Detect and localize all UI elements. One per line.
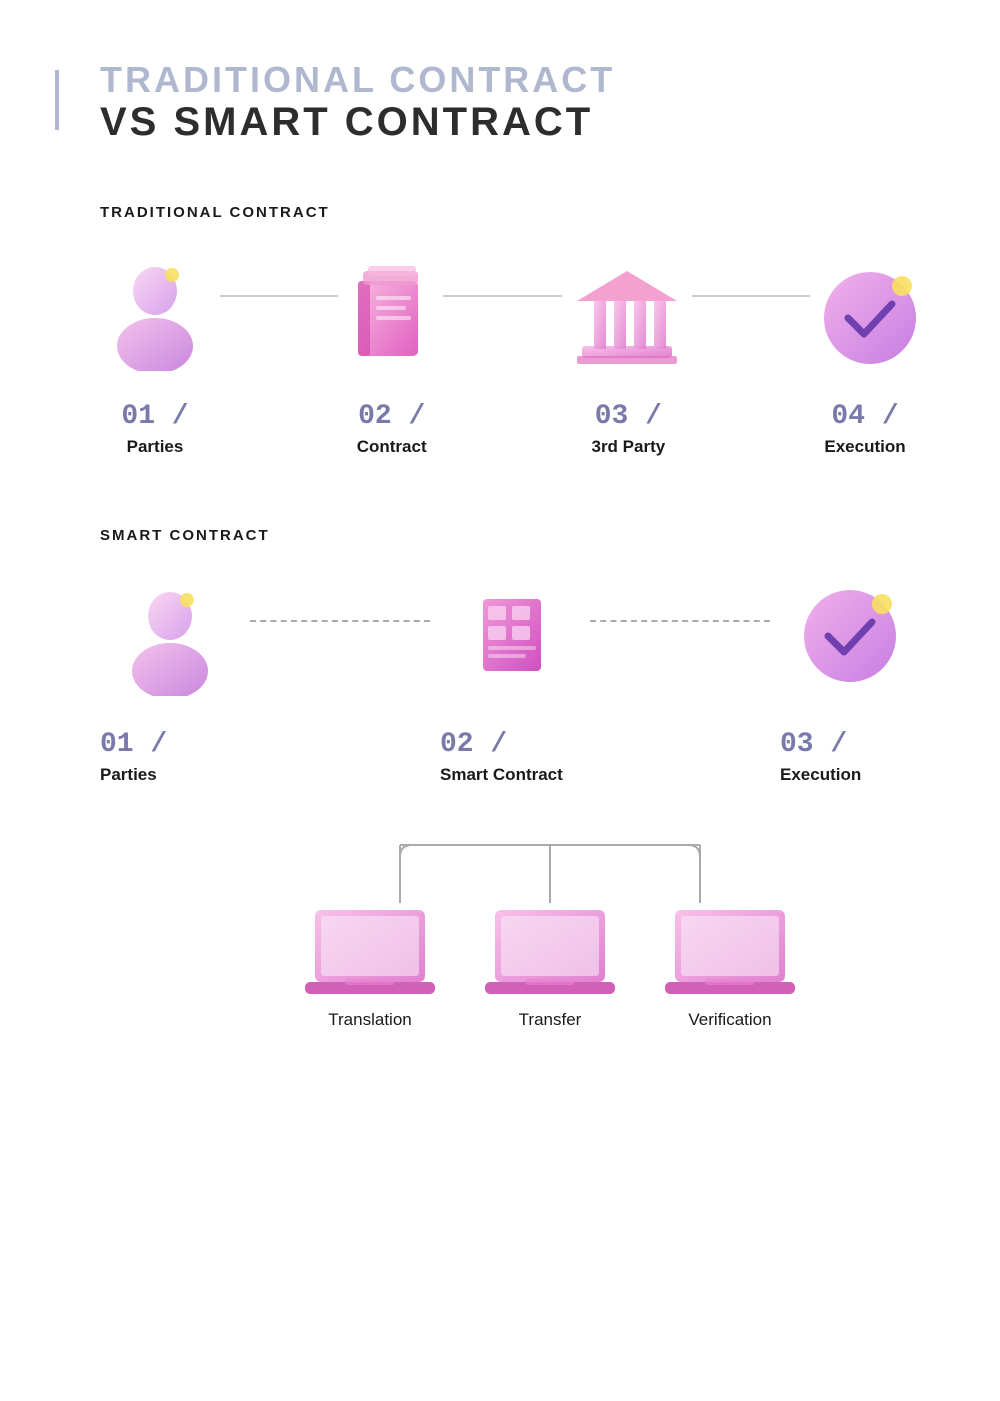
traditional-item-4 <box>820 266 920 366</box>
check-icon <box>820 266 920 366</box>
bank-icon <box>572 266 682 366</box>
smart-step-1-label: Parties <box>100 765 157 785</box>
traditional-item-1 <box>100 261 210 371</box>
title-line1: TRADITIONAL CONTRACT <box>100 60 920 100</box>
smart-book-icon <box>468 584 553 684</box>
smart-item-2 <box>440 584 580 699</box>
laptop-translation-icon <box>305 905 435 1000</box>
traditional-item-3 <box>572 266 682 366</box>
smart-connector-1 <box>250 620 430 622</box>
trad-step-1: 01 / Parties <box>100 401 210 457</box>
title-block: TRADITIONAL CONTRACT VS SMART CONTRACT <box>100 60 920 144</box>
title-line2: VS SMART CONTRACT <box>100 100 920 144</box>
traditional-section: TRADITIONAL CONTRACT <box>80 204 920 457</box>
trad-step-1-num: 01 / <box>121 401 188 432</box>
smart-check-icon <box>800 584 900 684</box>
trad-step-1-label: Parties <box>127 437 184 457</box>
smart-section: SMART CONTRACT <box>80 527 920 1030</box>
smart-label: SMART CONTRACT <box>100 527 920 544</box>
page: TRADITIONAL CONTRACT VS SMART CONTRACT T… <box>0 0 1000 1401</box>
tree-items: Translation <box>180 905 920 1030</box>
smart-step-3-label: Execution <box>780 765 861 785</box>
book-icon <box>348 266 433 366</box>
smart-flow-row <box>100 584 920 699</box>
trad-step-2-label: Contract <box>357 437 427 457</box>
tree-section: Translation <box>100 815 920 1030</box>
connector-1 <box>220 295 338 297</box>
tree-item-transfer: Transfer <box>480 905 620 1030</box>
trad-step-3-label: 3rd Party <box>591 437 665 457</box>
traditional-steps-row: 01 / Parties 02 / Contract 03 / 3rd Part… <box>100 401 920 457</box>
traditional-flow-row <box>100 261 920 371</box>
trad-step-2: 02 / Contract <box>337 401 447 457</box>
trad-step-3-num: 03 / <box>595 401 662 432</box>
translation-label: Translation <box>328 1010 411 1030</box>
trad-step-4-num: 04 / <box>831 401 898 432</box>
smart-step-2-label: Smart Contract <box>440 765 563 785</box>
accent-line <box>55 70 59 130</box>
transfer-label: Transfer <box>519 1010 582 1030</box>
smart-steps-row: 01 / Parties 02 / Smart Contract 03 / Ex… <box>100 729 920 785</box>
tree-item-translation: Translation <box>300 905 440 1030</box>
laptop-verification-icon <box>665 905 795 1000</box>
laptop-transfer-icon <box>485 905 615 1000</box>
person-icon <box>100 261 210 371</box>
smart-step-2-num: 02 / <box>440 729 507 760</box>
trad-step-4: 04 / Execution <box>810 401 920 457</box>
smart-person-icon <box>115 586 225 696</box>
connector-3 <box>692 295 810 297</box>
smart-step-3: 03 / Execution <box>780 729 920 785</box>
trad-step-2-num: 02 / <box>358 401 425 432</box>
smart-step-3-num: 03 / <box>780 729 847 760</box>
trad-step-3: 03 / 3rd Party <box>573 401 683 457</box>
smart-step-2: 02 / Smart Contract <box>440 729 580 785</box>
smart-connector-2 <box>590 620 770 622</box>
smart-item-1 <box>100 586 240 696</box>
connector-2 <box>443 295 561 297</box>
smart-item-3 <box>780 584 920 699</box>
tree-item-verification: Verification <box>660 905 800 1030</box>
traditional-label: TRADITIONAL CONTRACT <box>100 204 920 221</box>
tree-svg <box>310 815 790 905</box>
smart-step-1: 01 / Parties <box>100 729 240 785</box>
verification-label: Verification <box>688 1010 771 1030</box>
traditional-item-2 <box>348 266 433 366</box>
trad-step-4-label: Execution <box>824 437 905 457</box>
smart-step-1-num: 01 / <box>100 729 167 760</box>
